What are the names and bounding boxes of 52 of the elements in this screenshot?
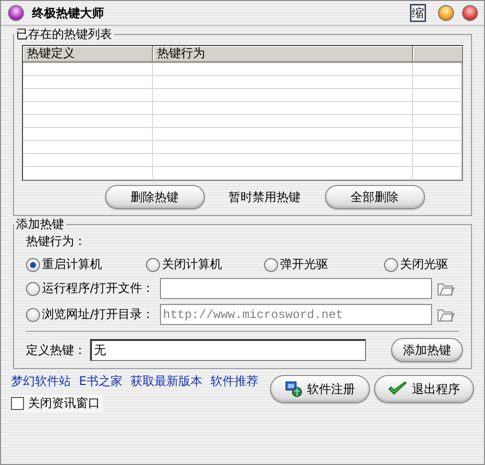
table-cell xyxy=(413,76,462,89)
table-cell xyxy=(413,128,462,141)
close-icon[interactable] xyxy=(462,5,478,21)
hotkey-field[interactable]: 无 xyxy=(90,339,366,361)
radio-button[interactable] xyxy=(264,258,278,272)
link[interactable]: 获取最新版本 xyxy=(130,373,203,390)
checkbox-label: 关闭资讯窗口 xyxy=(28,395,100,412)
group-title: 添加热键 xyxy=(15,216,65,233)
link[interactable]: 软件推荐 xyxy=(210,373,259,390)
register-button[interactable]: 软件注册 xyxy=(270,375,370,403)
folder-icon[interactable] xyxy=(437,280,455,296)
delete-button[interactable]: 全部删除 xyxy=(324,185,424,209)
column-header[interactable]: 热键行为 xyxy=(153,46,413,63)
disable-hotkey-button[interactable]: 暂时禁用热键 xyxy=(224,188,304,206)
table-cell xyxy=(413,141,462,154)
table-cell xyxy=(413,167,462,180)
radio-button[interactable] xyxy=(26,258,40,272)
group-title: 已存在的热键列表 xyxy=(15,26,113,43)
link[interactable]: 梦幻软件站 xyxy=(11,373,71,390)
folder-icon[interactable] xyxy=(437,306,455,322)
path-field[interactable] xyxy=(160,278,432,299)
radio-label: 关闭计算机 xyxy=(162,256,222,273)
radio-button[interactable] xyxy=(384,258,398,272)
radio-label: 重启计算机 xyxy=(42,256,102,273)
column-header[interactable]: 热键定义 xyxy=(23,46,153,63)
checkbox[interactable] xyxy=(11,397,24,410)
computer-icon xyxy=(285,381,303,397)
table-cell xyxy=(413,154,462,167)
radio-button[interactable] xyxy=(146,258,160,272)
table-cell xyxy=(413,89,462,102)
window-title: 终极热键大师 xyxy=(32,4,105,22)
radio-button[interactable] xyxy=(26,282,40,296)
check-icon xyxy=(388,381,408,397)
radio-button[interactable] xyxy=(26,308,40,322)
minimize-icon[interactable] xyxy=(438,5,454,21)
window-menu-icon[interactable] xyxy=(8,5,24,21)
add-hotkey-button[interactable]: 添加热键 xyxy=(391,338,463,362)
field-label: 热键行为： xyxy=(26,233,87,250)
field-label: 定义热键： xyxy=(26,342,86,358)
exit-button[interactable]: 退出程序 xyxy=(374,375,474,403)
shrink-button[interactable]: 缩 xyxy=(410,4,426,22)
radio-label: 运行程序/打开文件： xyxy=(42,280,154,297)
radio-label: 弹开光驱 xyxy=(280,256,328,273)
radio-label: 浏览网址/打开目录： xyxy=(42,306,154,323)
table-cell xyxy=(413,102,462,115)
link[interactable]: E书之家 xyxy=(79,373,123,390)
path-field[interactable]: http://www.microsword.net xyxy=(160,304,432,325)
delete-button[interactable]: 删除热键 xyxy=(104,185,204,209)
table-cell xyxy=(413,115,462,128)
radio-label: 关闭光驱 xyxy=(400,256,448,273)
column-header[interactable] xyxy=(413,46,462,63)
table-cell xyxy=(413,63,462,76)
